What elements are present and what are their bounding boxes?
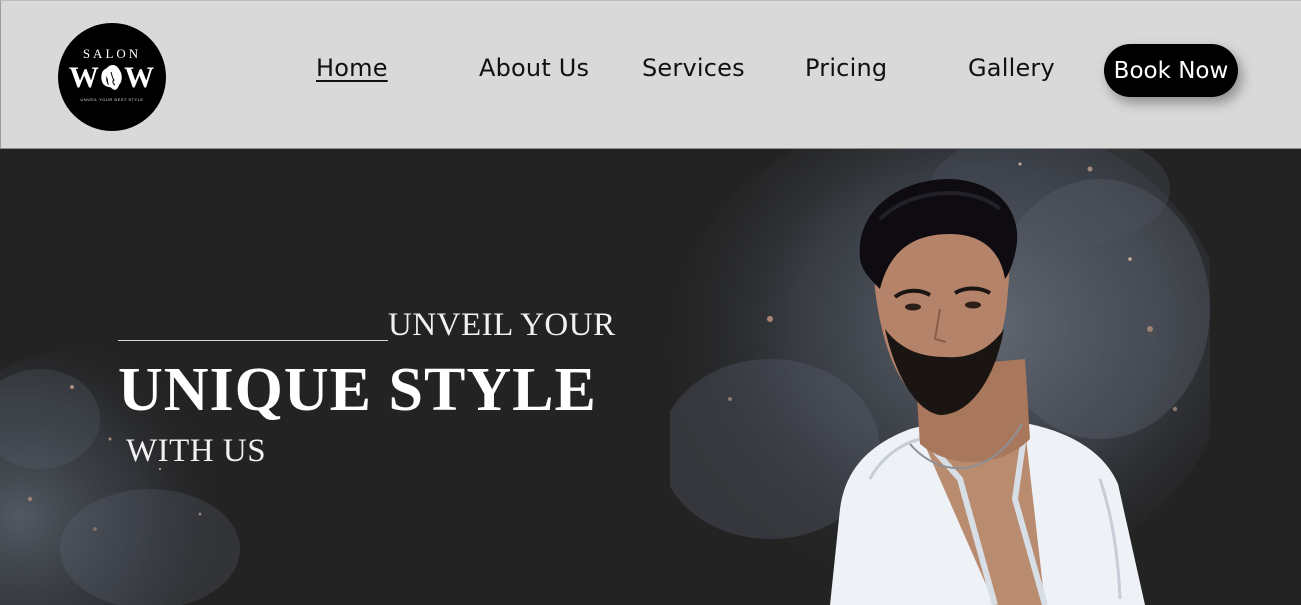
salon-wow-logo[interactable]: SALON WOW UNVEIL YOUR BEST STYLE — [58, 23, 166, 131]
nav-about-us[interactable]: About Us — [479, 54, 589, 82]
hero-heading-line2: UNIQUE STYLE — [118, 356, 597, 424]
logo-top-text: SALON — [82, 46, 142, 61]
book-now-button[interactable]: Book Now — [1104, 44, 1238, 97]
nav-services[interactable]: Services — [642, 54, 745, 82]
nav-gallery[interactable]: Gallery — [968, 54, 1055, 82]
site-header: SALON WOW UNVEIL YOUR BEST STYLE Home Ab… — [0, 0, 1301, 149]
logo-tagline: UNVEIL YOUR BEST STYLE — [80, 97, 144, 102]
nav-pricing[interactable]: Pricing — [805, 54, 887, 82]
hero-section: UNVEIL YOUR UNIQUE STYLE WITH US — [0, 149, 1301, 605]
hero-heading-line1: UNVEIL YOUR — [388, 307, 616, 343]
face-silhouette-icon — [105, 65, 121, 90]
hero-heading-line3: WITH US — [126, 433, 267, 469]
man-portrait-image — [830, 179, 1145, 605]
decorative-rule — [118, 340, 388, 341]
nav-home[interactable]: Home — [316, 54, 388, 82]
salon-homepage: SALON WOW UNVEIL YOUR BEST STYLE Home Ab… — [0, 0, 1301, 605]
